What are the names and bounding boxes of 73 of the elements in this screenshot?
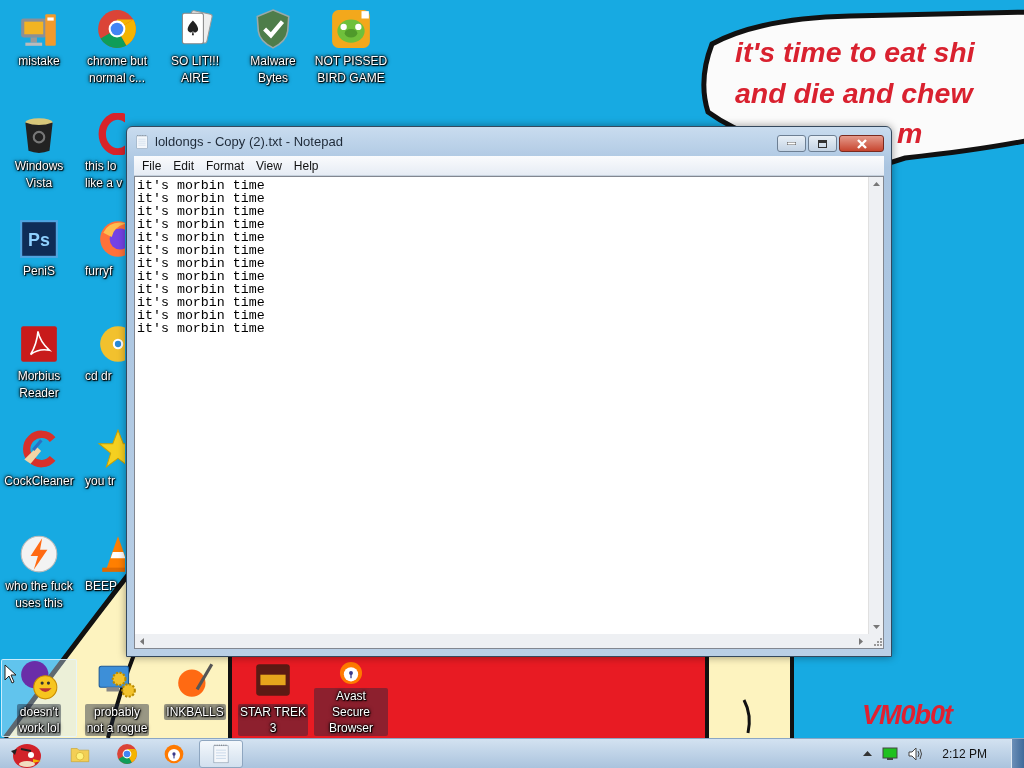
scroll-up-icon: [872, 182, 880, 186]
menu-item[interactable]: Help: [287, 158, 325, 173]
menu-item[interactable]: Format: [200, 158, 251, 173]
close-icon: [855, 138, 868, 149]
desktop-icon-tile[interactable]: cd dr: [78, 316, 126, 416]
desktop-icon-tile[interactable]: mistake: [1, 1, 77, 101]
desktop-icon-label: furryf: [84, 263, 113, 280]
desktop-icon-tile[interactable]: you tr: [78, 421, 126, 521]
scroll-left-icon: [140, 637, 144, 645]
minimize-icon: [787, 142, 796, 145]
icon-letters: Ps: [28, 230, 50, 251]
minimize-button[interactable]: [777, 135, 806, 152]
desktop-icon-tile[interactable]: NOT PISSED BIRD GAME: [313, 1, 389, 101]
desktop-icon-tile[interactable]: Malware Bytes: [235, 1, 311, 101]
network-icon[interactable]: [882, 747, 899, 760]
browser-icon: [116, 742, 138, 765]
taskbar-button[interactable]: [199, 739, 243, 768]
desktop-icon-tile[interactable]: this lo like a v: [78, 106, 126, 206]
volume-icon[interactable]: [908, 746, 925, 761]
desktop-icon-label: NOT PISSED BIRD GAME: [314, 53, 388, 87]
smiley-icon: [18, 660, 60, 702]
desktop-icon-label: Avast Secure Browser: [314, 688, 388, 736]
lightning-icon: [18, 533, 60, 575]
menu-item[interactable]: File: [136, 158, 168, 173]
scroll-right-icon: [859, 637, 863, 645]
desktop-icon-label: BEEP: [84, 578, 117, 595]
desktop-icon-tile[interactable]: CockCleaner: [1, 421, 77, 521]
notepad-icon: [134, 133, 150, 150]
close-button[interactable]: [839, 135, 884, 152]
desktop-icon-label: CockCleaner: [4, 473, 74, 490]
text-editor[interactable]: it's morbin time it's morbin time it's morbin time it's morbin time it's morbin time it's morbin time it's morbin time it's morbin time it's morbin time it's morbin time it's morbin time it's morbin time: [135, 177, 868, 634]
desktop-icon-label: you tr: [84, 473, 115, 490]
signature-text: VM0b0t: [862, 700, 953, 731]
desktop-icon-label: Morbius Reader: [17, 368, 61, 402]
maximize-icon: [818, 139, 827, 148]
desktop-icon-tile[interactable]: Ps PeniS: [1, 211, 77, 311]
desktop-icon-tile[interactable]: BEEP: [78, 526, 126, 626]
vertical-scrollbar[interactable]: [868, 177, 883, 634]
clock[interactable]: 2:12 PM: [942, 746, 987, 761]
desktop-icon-label: mistake: [18, 53, 60, 70]
maximize-button[interactable]: [808, 135, 837, 152]
horizontal-scrollbar[interactable]: [135, 634, 868, 648]
scroll-down-icon: [872, 625, 880, 629]
desktop-icon-label: chrome but normal c...: [87, 53, 147, 87]
menu-item[interactable]: Edit: [167, 158, 201, 173]
desktop-icon-label: this lo like a v: [84, 158, 123, 192]
browser-icon: [96, 8, 138, 50]
desktop-icon-tile[interactable]: Morbius Reader: [1, 316, 77, 416]
desktop-icon-label: who the fuck uses this: [5, 578, 73, 612]
caret-icon[interactable]: [863, 751, 873, 756]
browser-icon: [163, 742, 185, 765]
desktop-icon-tile[interactable]: Windows Vista: [1, 106, 77, 206]
desktop-icon-label: SO LIT!!! AIRE: [171, 53, 219, 87]
speech-bubble-text: it's time to eat shi: [735, 35, 975, 70]
show-desktop-button[interactable]: [1011, 738, 1024, 768]
desktop-icon-tile[interactable]: STAR TREK 3: [235, 659, 311, 737]
window-title: loldongs - Copy (2).txt - Notepad: [155, 134, 343, 149]
desktop-icon-tile[interactable]: chrome but normal c...: [79, 1, 155, 101]
document-icon: [18, 323, 60, 365]
speech-bubble-text: and die and chew: [735, 76, 973, 111]
speech-bubble-text: m: [897, 116, 923, 151]
menu-item[interactable]: View: [250, 158, 288, 173]
desktop-icon-tile[interactable]: who the fuck uses this: [1, 526, 77, 626]
pig-icon: [330, 8, 372, 50]
desktop-icon-label: Windows Vista: [14, 158, 64, 192]
mouse-cursor-icon: [4, 664, 17, 684]
desktop-icon-tile[interactable]: Avast Secure Browser: [313, 659, 389, 737]
desktop-icon-tile[interactable]: INKBALLS: [157, 659, 233, 737]
desktop-icon-label: PeniS: [23, 263, 55, 280]
notepad-icon: [210, 742, 232, 765]
desktop-icon-label: cd dr: [84, 368, 112, 385]
desktop-icon-tile[interactable]: SO LIT!!! AIRE: [157, 1, 233, 101]
desktop-icon-label: Malware Bytes: [250, 53, 296, 87]
